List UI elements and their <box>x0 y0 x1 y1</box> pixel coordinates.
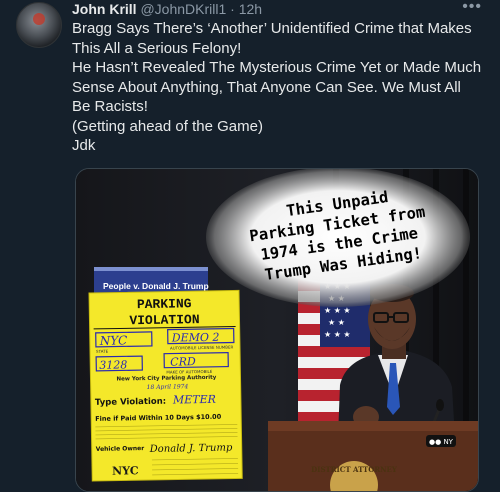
ticket-state: NYC <box>99 333 128 347</box>
tweet-header: John Krill @JohnDKrill1 · 12h <box>72 0 262 18</box>
tweet[interactable]: John Krill @JohnDKrill1 · 12h ••• Bragg … <box>0 0 500 492</box>
ticket-signature: Donald J. Trump <box>149 443 233 455</box>
more-horizontal-icon[interactable]: ••• <box>462 0 482 16</box>
parking-ticket: PARKING VIOLATION NYC DEMO 2 STATE AUTOM… <box>88 289 243 482</box>
ticket-logo: NYC <box>112 464 139 477</box>
avatar-detail <box>33 13 45 25</box>
ticket-title-1: PARKING <box>137 296 192 312</box>
svg-text:★ ★ ★: ★ ★ ★ <box>324 330 351 339</box>
separator-dot: · <box>230 1 235 17</box>
ticket-make-label: MAKE OF AUTOMOBILE <box>166 369 212 375</box>
ticket-number: 3128 <box>99 358 127 371</box>
podium-seal-text: DISTRICT ATTORNEY <box>311 465 398 474</box>
tweet-text: Bragg Says There’s ‘Another’ Unidentifie… <box>72 20 482 154</box>
podium: ●● NY DISTRICT ATTORNEY <box>268 421 478 491</box>
tweet-media-image[interactable]: ★ ★ ★★ ★ ★ ★ ★★ ★ ★ ★ ★ <box>75 168 479 492</box>
author-name[interactable]: John Krill <box>72 1 137 17</box>
case-banner-text: People v. Donald J. Trump <box>103 281 209 291</box>
ticket-type-value: METER <box>172 393 216 407</box>
avatar[interactable] <box>16 2 62 48</box>
ticket-type-label: Type Violation: <box>95 397 166 408</box>
meme-image: ★ ★ ★★ ★ ★ ★ ★★ ★ ★ ★ ★ <box>76 169 478 491</box>
ticket-title-2: VIOLATION <box>129 312 199 328</box>
svg-text:★ ★: ★ ★ <box>328 318 345 327</box>
ticket-owner-label: Vehicle Owner <box>96 445 145 453</box>
author-handle[interactable]: @JohnDKrill1 <box>140 1 226 17</box>
ticket-date: 18 April 1974 <box>147 383 189 391</box>
svg-text:●● NY: ●● NY <box>429 438 454 446</box>
ticket-make: CRD <box>170 355 196 368</box>
ticket-state-label: STATE <box>96 349 109 354</box>
svg-text:★ ★ ★: ★ ★ ★ <box>324 306 351 315</box>
ticket-plate: DEMO 2 <box>171 331 220 345</box>
timestamp[interactable]: 12h <box>239 1 262 17</box>
